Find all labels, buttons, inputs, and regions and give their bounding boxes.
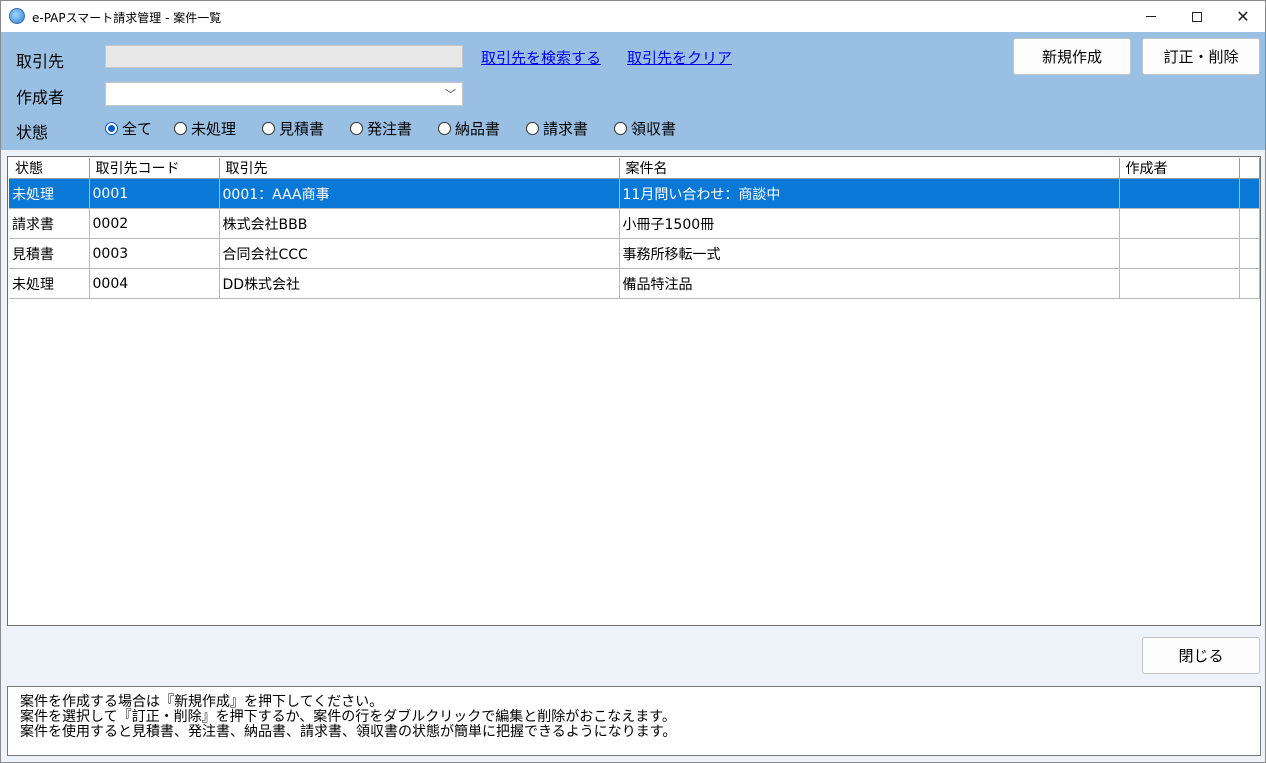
cell-author	[1119, 178, 1240, 209]
cell-client: DD株式会社	[219, 268, 620, 299]
status-radio-label: 全て	[122, 119, 153, 138]
radio-icon	[350, 121, 363, 135]
chevron-down-icon: ﹀	[445, 88, 456, 101]
status-radio-estimate[interactable]: 見積書	[262, 118, 350, 138]
cell-project-name: 11月問い合わせ：商談中	[619, 178, 1120, 209]
column-header-status[interactable]: 状態	[9, 158, 90, 179]
clear-client-link[interactable]: 取引先をクリア	[627, 47, 732, 68]
cell-client-code: 0002	[89, 208, 220, 239]
radio-icon	[526, 121, 539, 135]
cell-author	[1119, 238, 1240, 269]
status-radio-order[interactable]: 発注書	[350, 118, 438, 138]
search-client-link[interactable]: 取引先を検索する	[481, 47, 601, 68]
help-line: 案件を選択して『訂正・削除』を押下するか、案件の行をダブルクリックで編集と削除が…	[20, 709, 676, 725]
cell-client-code: 0001	[89, 178, 220, 209]
author-select[interactable]: ﹀	[105, 82, 463, 106]
cell-client-code: 0003	[89, 238, 220, 269]
author-label: 作成者	[16, 88, 65, 107]
maximize-icon	[1192, 11, 1202, 22]
status-radio-label: 請求書	[543, 119, 589, 138]
cell-filler	[1239, 268, 1260, 299]
status-label: 状態	[16, 123, 49, 142]
status-radio-label: 見積書	[279, 119, 325, 138]
cell-filler	[1239, 178, 1260, 209]
new-button[interactable]: 新規作成	[1013, 38, 1131, 75]
cell-filler	[1239, 238, 1260, 269]
column-header-client-code[interactable]: 取引先コード	[89, 158, 220, 179]
status-radio-invoice[interactable]: 請求書	[526, 118, 614, 138]
minimize-icon	[1146, 16, 1156, 17]
status-radio-group: 全て 未処理 見積書 発注書 納品書 請求書 領収書	[105, 118, 694, 138]
status-radio-label: 納品書	[455, 119, 501, 138]
radio-icon	[614, 121, 627, 135]
cell-author	[1119, 268, 1240, 299]
radio-checked-icon	[105, 121, 118, 135]
cell-status: 未処理	[9, 178, 90, 209]
project-table-grid: 状態 取引先コード 取引先 案件名 作成者 未処理 0001 0001：AAA商…	[9, 158, 1260, 299]
table-row[interactable]: 請求書 0002 株式会社BBB 小冊子1500冊	[9, 208, 1260, 239]
help-message-box: 案件を作成する場合は『新規作成』を押下してください。 案件を選択して『訂正・削除…	[7, 686, 1261, 756]
status-radio-unprocessed[interactable]: 未処理	[174, 118, 262, 138]
status-radio-label: 領収書	[631, 119, 677, 138]
column-header-project-name[interactable]: 案件名	[619, 158, 1120, 179]
status-radio-delivery[interactable]: 納品書	[438, 118, 526, 138]
table-row[interactable]: 未処理 0004 DD株式会社 備品特注品	[9, 268, 1260, 299]
table-row[interactable]: 見積書 0003 合同会社CCC 事務所移転一式	[9, 238, 1260, 269]
cell-filler	[1239, 208, 1260, 239]
radio-icon	[438, 121, 451, 135]
cell-project-name: 小冊子1500冊	[619, 208, 1120, 239]
window-title: e-PAPスマート請求管理 - 案件一覧	[32, 11, 222, 25]
column-header-author[interactable]: 作成者	[1119, 158, 1240, 179]
maximize-button[interactable]	[1174, 1, 1220, 32]
column-header-filler	[1239, 158, 1260, 179]
app-logo-icon	[9, 8, 25, 24]
cell-author	[1119, 208, 1240, 239]
radio-icon	[262, 121, 275, 135]
status-radio-label: 発注書	[367, 119, 413, 138]
cell-project-name: 事務所移転一式	[619, 238, 1120, 269]
close-window-button[interactable]: ✕	[1220, 1, 1266, 32]
cell-project-name: 備品特注品	[619, 268, 1120, 299]
cell-status: 未処理	[9, 268, 90, 299]
cell-client: 0001：AAA商事	[219, 178, 620, 209]
edit-delete-button[interactable]: 訂正・削除	[1142, 38, 1260, 75]
status-radio-receipt[interactable]: 領収書	[614, 118, 694, 138]
radio-icon	[174, 121, 187, 135]
column-header-client[interactable]: 取引先	[219, 158, 620, 179]
project-table[interactable]: 状態 取引先コード 取引先 案件名 作成者 未処理 0001 0001：AAA商…	[7, 156, 1261, 626]
help-line: 案件を使用すると見積書、発注書、納品書、請求書、領収書の状態が簡単に把握できるよ…	[20, 724, 677, 740]
close-button[interactable]: 閉じる	[1142, 637, 1260, 674]
app-window: e-PAPスマート請求管理 - 案件一覧 ✕ 取引先 取引先を検索する 取引先を…	[0, 0, 1266, 763]
client-label: 取引先	[16, 52, 65, 71]
filter-panel: 取引先 取引先を検索する 取引先をクリア 作成者 ﹀ 状態 全て 未処理 見積書	[1, 32, 1265, 150]
table-header-row: 状態 取引先コード 取引先 案件名 作成者	[9, 158, 1260, 179]
cell-client: 合同会社CCC	[219, 238, 620, 269]
status-radio-label: 未処理	[191, 119, 237, 138]
status-radio-all[interactable]: 全て	[105, 118, 174, 138]
client-field[interactable]	[105, 45, 463, 68]
cell-status: 請求書	[9, 208, 90, 239]
cell-client-code: 0004	[89, 268, 220, 299]
minimize-button[interactable]	[1128, 1, 1174, 32]
table-row[interactable]: 未処理 0001 0001：AAA商事 11月問い合わせ：商談中	[9, 178, 1260, 209]
title-bar[interactable]: e-PAPスマート請求管理 - 案件一覧 ✕	[1, 1, 1265, 32]
cell-client: 株式会社BBB	[219, 208, 620, 239]
help-line: 案件を作成する場合は『新規作成』を押下してください。	[20, 694, 384, 710]
cell-status: 見積書	[9, 238, 90, 269]
close-icon: ✕	[1236, 7, 1250, 26]
